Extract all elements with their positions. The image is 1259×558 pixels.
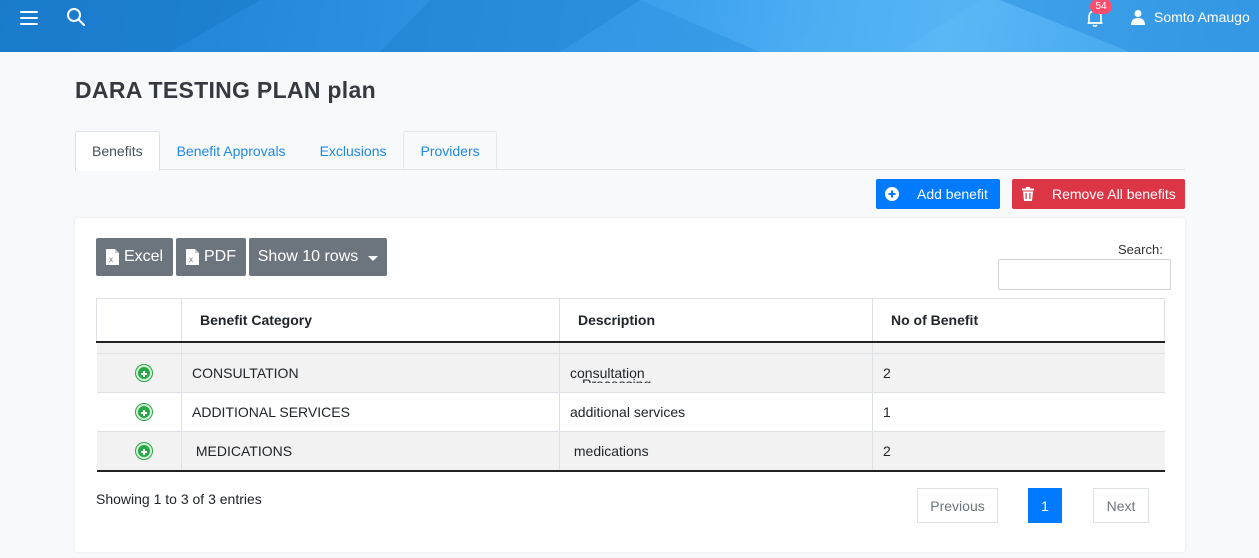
table-info: Showing 1 to 3 of 3 entries: [96, 491, 262, 507]
table-search-input[interactable]: [998, 259, 1171, 290]
excel-export-button[interactable]: x Excel: [96, 238, 173, 276]
description-cell: additional services: [559, 392, 873, 432]
remove-all-benefits-label: Remove All benefits: [1052, 186, 1176, 202]
pdf-export-button[interactable]: x PDF: [176, 238, 246, 276]
user-menu[interactable]: Somto Amaugo: [1130, 9, 1250, 25]
description-cell: consultation Processing: [559, 353, 873, 393]
header-background-pattern: [0, 0, 1259, 52]
menu-toggle-icon[interactable]: [20, 11, 38, 25]
excel-file-icon: x: [105, 249, 119, 265]
expand-row-icon[interactable]: [135, 442, 152, 459]
benefit-category-cell: CONSULTATION: [181, 353, 560, 393]
benefit-count-cell: 1: [872, 392, 1165, 432]
table-row: MEDICATIONS medications 2: [96, 431, 1165, 472]
column-header-no-of-benefit[interactable]: No of Benefit: [872, 298, 1165, 343]
next-page-button[interactable]: Next: [1093, 488, 1149, 523]
table-row: ADDITIONAL SERVICES additional services …: [96, 392, 1165, 432]
expand-row-icon[interactable]: [135, 404, 152, 420]
benefit-count-cell: 2: [872, 353, 1165, 393]
table-header-row: Benefit Category Description No of Benef…: [96, 298, 1165, 343]
excel-label: Excel: [123, 248, 164, 265]
plan-tabs: Benefits Benefit Approvals Exclusions Pr…: [75, 131, 1185, 171]
remove-all-benefits-button[interactable]: Remove All benefits: [1012, 179, 1185, 209]
user-name: Somto Amaugo: [1154, 9, 1250, 25]
add-benefit-button[interactable]: Add benefit: [876, 179, 1000, 209]
pdf-file-icon: x: [186, 249, 199, 265]
previous-page-button[interactable]: Previous: [917, 488, 998, 523]
row-expand-cell: [96, 431, 182, 472]
pdf-label: PDF: [204, 248, 236, 265]
column-header-description[interactable]: Description: [559, 298, 873, 343]
benefit-category-cell: ADDITIONAL SERVICES: [181, 392, 560, 432]
add-benefit-label: Add benefit: [917, 186, 988, 202]
tab-benefits[interactable]: Benefits: [75, 131, 160, 171]
show-rows-dropdown[interactable]: Show 10 rows: [249, 238, 387, 276]
show-rows-label: Show 10 rows: [257, 248, 359, 265]
user-icon: [1131, 10, 1145, 25]
row-expand-cell: [96, 353, 182, 393]
table-spacer-row: [96, 341, 1165, 354]
row-expand-cell: [96, 392, 182, 432]
expand-row-icon[interactable]: [135, 365, 152, 381]
page-1-button[interactable]: 1: [1028, 488, 1062, 523]
tab-providers[interactable]: Providers: [403, 131, 497, 170]
top-navbar: 54 Somto Amaugo: [0, 0, 1259, 52]
search-icon[interactable]: [66, 7, 86, 27]
tab-exclusions[interactable]: Exclusions: [303, 131, 404, 170]
svg-text:x: x: [189, 255, 193, 264]
benefit-category-cell: MEDICATIONS: [181, 431, 560, 472]
table-row: CONSULTATION consultation Processing 2: [96, 353, 1165, 393]
benefits-table: Benefit Category Description No of Benef…: [96, 298, 1165, 472]
page-title: DARA TESTING PLAN plan: [75, 77, 376, 103]
description-cell: medications: [559, 431, 873, 472]
column-header-benefit-category[interactable]: Benefit Category: [181, 298, 560, 343]
trash-icon: [1022, 187, 1034, 201]
plus-circle-icon: [885, 187, 899, 201]
caret-down-icon: [368, 255, 379, 261]
tab-benefit-approvals[interactable]: Benefit Approvals: [160, 131, 303, 170]
search-label: Search:: [1118, 242, 1163, 257]
benefit-count-cell: 2: [872, 431, 1165, 472]
description-overflow-text: Processing: [582, 376, 652, 392]
notification-badge: 54: [1090, 0, 1112, 14]
column-header-expand[interactable]: [96, 298, 182, 343]
svg-text:x: x: [109, 255, 113, 264]
benefits-card: x Excel x PDF Show 10 rows Search: Benef…: [75, 218, 1185, 552]
